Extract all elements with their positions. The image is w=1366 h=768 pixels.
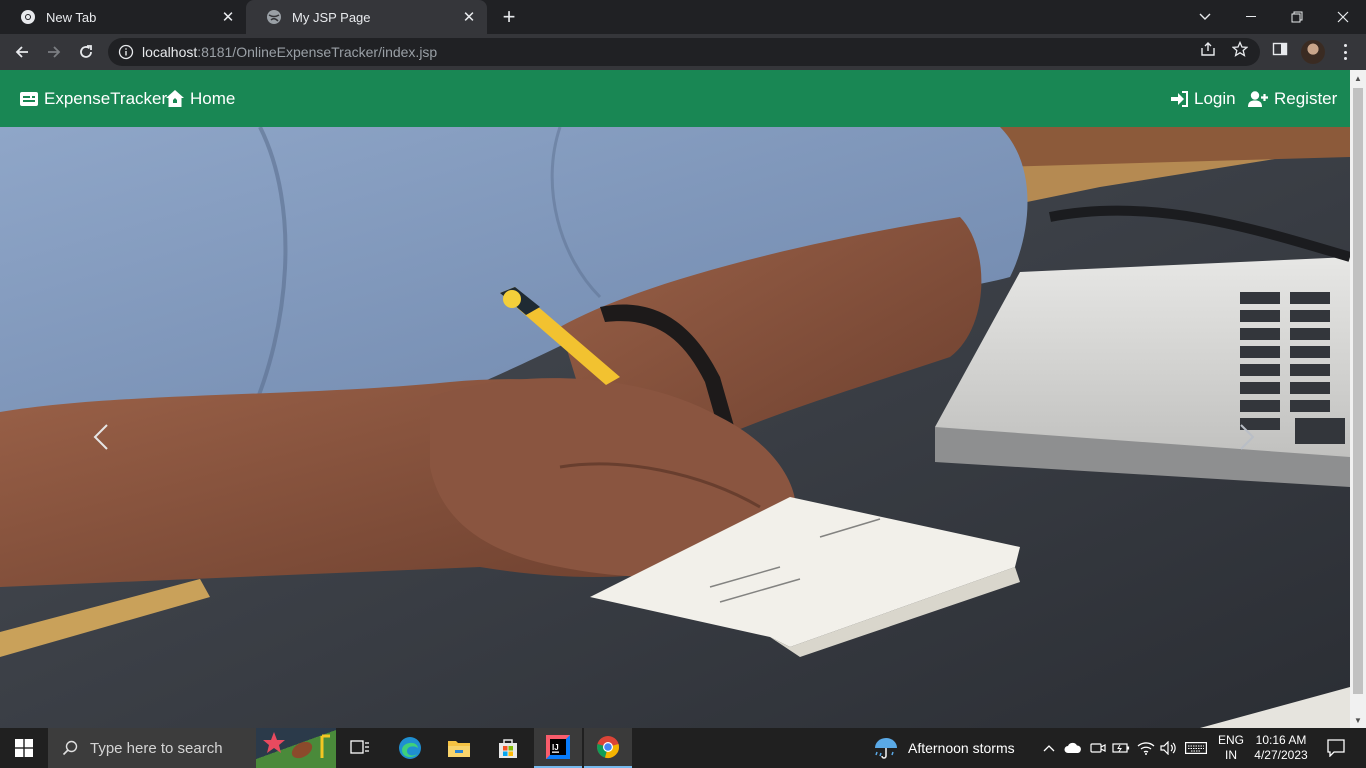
volume-icon[interactable] <box>1158 728 1180 768</box>
close-window-button[interactable] <box>1320 0 1366 34</box>
url-text: localhost:8181/OnlineExpenseTracker/inde… <box>142 44 437 60</box>
bookmark-star-icon[interactable] <box>1231 40 1249 58</box>
tab-title: New Tab <box>46 9 97 25</box>
site-info-icon[interactable] <box>118 44 134 60</box>
windows-logo-icon <box>15 739 33 757</box>
edge-browser-icon[interactable] <box>386 728 434 768</box>
hero-carousel <box>0 127 1350 728</box>
nav-login-label: Login <box>1194 88 1236 108</box>
nav-register-label: Register <box>1274 88 1338 108</box>
close-tab-icon[interactable]: ✕ <box>218 7 238 27</box>
restore-button[interactable] <box>1274 0 1320 34</box>
carousel-prev-button[interactable] <box>86 417 116 457</box>
touch-keyboard-icon[interactable] <box>1182 728 1210 768</box>
notification-center-icon[interactable] <box>1316 728 1356 768</box>
nav-login-link[interactable]: Login <box>1171 70 1236 127</box>
address-bar[interactable]: localhost:8181/OnlineExpenseTracker/inde… <box>108 38 1260 66</box>
tab-new-tab[interactable]: New Tab ✕ <box>0 0 246 34</box>
forward-button[interactable] <box>40 38 68 66</box>
show-hidden-icons-icon[interactable] <box>1040 728 1058 768</box>
tab-my-jsp-page[interactable]: My JSP Page ✕ <box>246 0 487 34</box>
url-host: localhost <box>142 44 198 60</box>
region-code: IN <box>1225 748 1237 762</box>
house-icon <box>166 90 184 107</box>
reload-button[interactable] <box>72 38 100 66</box>
browser-tab-strip: New Tab ✕ My JSP Page ✕ + <box>0 0 1366 34</box>
back-button[interactable] <box>8 38 36 66</box>
tab-search-icon[interactable] <box>1182 0 1228 34</box>
input-language-indicator[interactable]: ENG IN <box>1214 728 1248 768</box>
meet-now-icon[interactable] <box>1087 728 1109 768</box>
tab-title: My JSP Page <box>292 9 371 25</box>
wifi-icon[interactable] <box>1135 728 1157 768</box>
chrome-menu-icon[interactable] <box>1335 42 1355 62</box>
url-path: :8181/OnlineExpenseTracker/index.jsp <box>197 44 438 60</box>
clock-date: 4/27/2023 <box>1254 748 1308 762</box>
close-tab-icon[interactable]: ✕ <box>459 7 479 27</box>
chrome-icon <box>20 9 36 25</box>
brand-label: ExpenseTracker <box>44 88 168 108</box>
page-scrollbar[interactable]: ▲ ▼ <box>1350 70 1366 728</box>
clock-time: 10:16 AM <box>1255 733 1307 747</box>
intellij-idea-icon[interactable]: IJ <box>534 728 582 768</box>
file-explorer-icon[interactable] <box>435 728 483 768</box>
sign-in-icon <box>1171 90 1188 107</box>
search-icon <box>62 740 78 756</box>
weather-text: Afternoon storms <box>908 740 1015 756</box>
start-button[interactable] <box>0 728 48 768</box>
task-view-icon[interactable] <box>336 728 384 768</box>
globe-icon <box>266 9 282 25</box>
browser-toolbar: localhost:8181/OnlineExpenseTracker/inde… <box>0 34 1366 70</box>
site-navbar: ExpenseTracker Home Login Register <box>0 70 1350 127</box>
onedrive-cloud-icon[interactable] <box>1062 728 1084 768</box>
language-code: ENG <box>1217 733 1244 747</box>
side-panel-icon[interactable] <box>1271 40 1289 58</box>
user-plus-icon <box>1248 90 1268 107</box>
search-placeholder: Type here to search <box>90 739 223 757</box>
new-tab-button[interactable]: + <box>498 4 520 29</box>
share-icon[interactable] <box>1199 40 1217 58</box>
carousel-next-button[interactable] <box>1232 417 1262 457</box>
search-highlight-image <box>256 728 336 768</box>
chrome-taskbar-icon[interactable] <box>584 728 632 768</box>
windows-taskbar: Type here to search IJ Afternoon storms <box>0 728 1366 768</box>
chevron-right-icon <box>1240 424 1255 450</box>
scroll-thumb[interactable] <box>1353 88 1363 694</box>
chevron-left-icon <box>93 424 108 450</box>
clock[interactable]: 10:16 AM 4/27/2023 <box>1250 728 1312 768</box>
weather-widget[interactable]: Afternoon storms <box>872 728 1032 768</box>
brand-link[interactable]: ExpenseTracker <box>20 70 167 127</box>
nav-register-link[interactable]: Register <box>1248 70 1337 127</box>
page-viewport: ExpenseTracker Home Login Register <box>0 70 1350 728</box>
nav-home-label: Home <box>190 88 236 108</box>
microsoft-store-icon[interactable] <box>484 728 532 768</box>
taskbar-search-box[interactable]: Type here to search <box>48 728 336 768</box>
scroll-up-arrow-icon[interactable]: ▲ <box>1350 70 1366 86</box>
profile-avatar[interactable] <box>1301 40 1325 64</box>
nav-home-link[interactable]: Home <box>166 70 235 127</box>
umbrella-rain-icon <box>875 738 897 759</box>
battery-icon[interactable] <box>1110 728 1132 768</box>
svg-text:IJ: IJ <box>552 743 559 752</box>
hero-image <box>0 127 1350 728</box>
id-card-icon <box>20 91 38 106</box>
minimize-button[interactable] <box>1228 0 1274 34</box>
scroll-down-arrow-icon[interactable]: ▼ <box>1350 712 1366 728</box>
